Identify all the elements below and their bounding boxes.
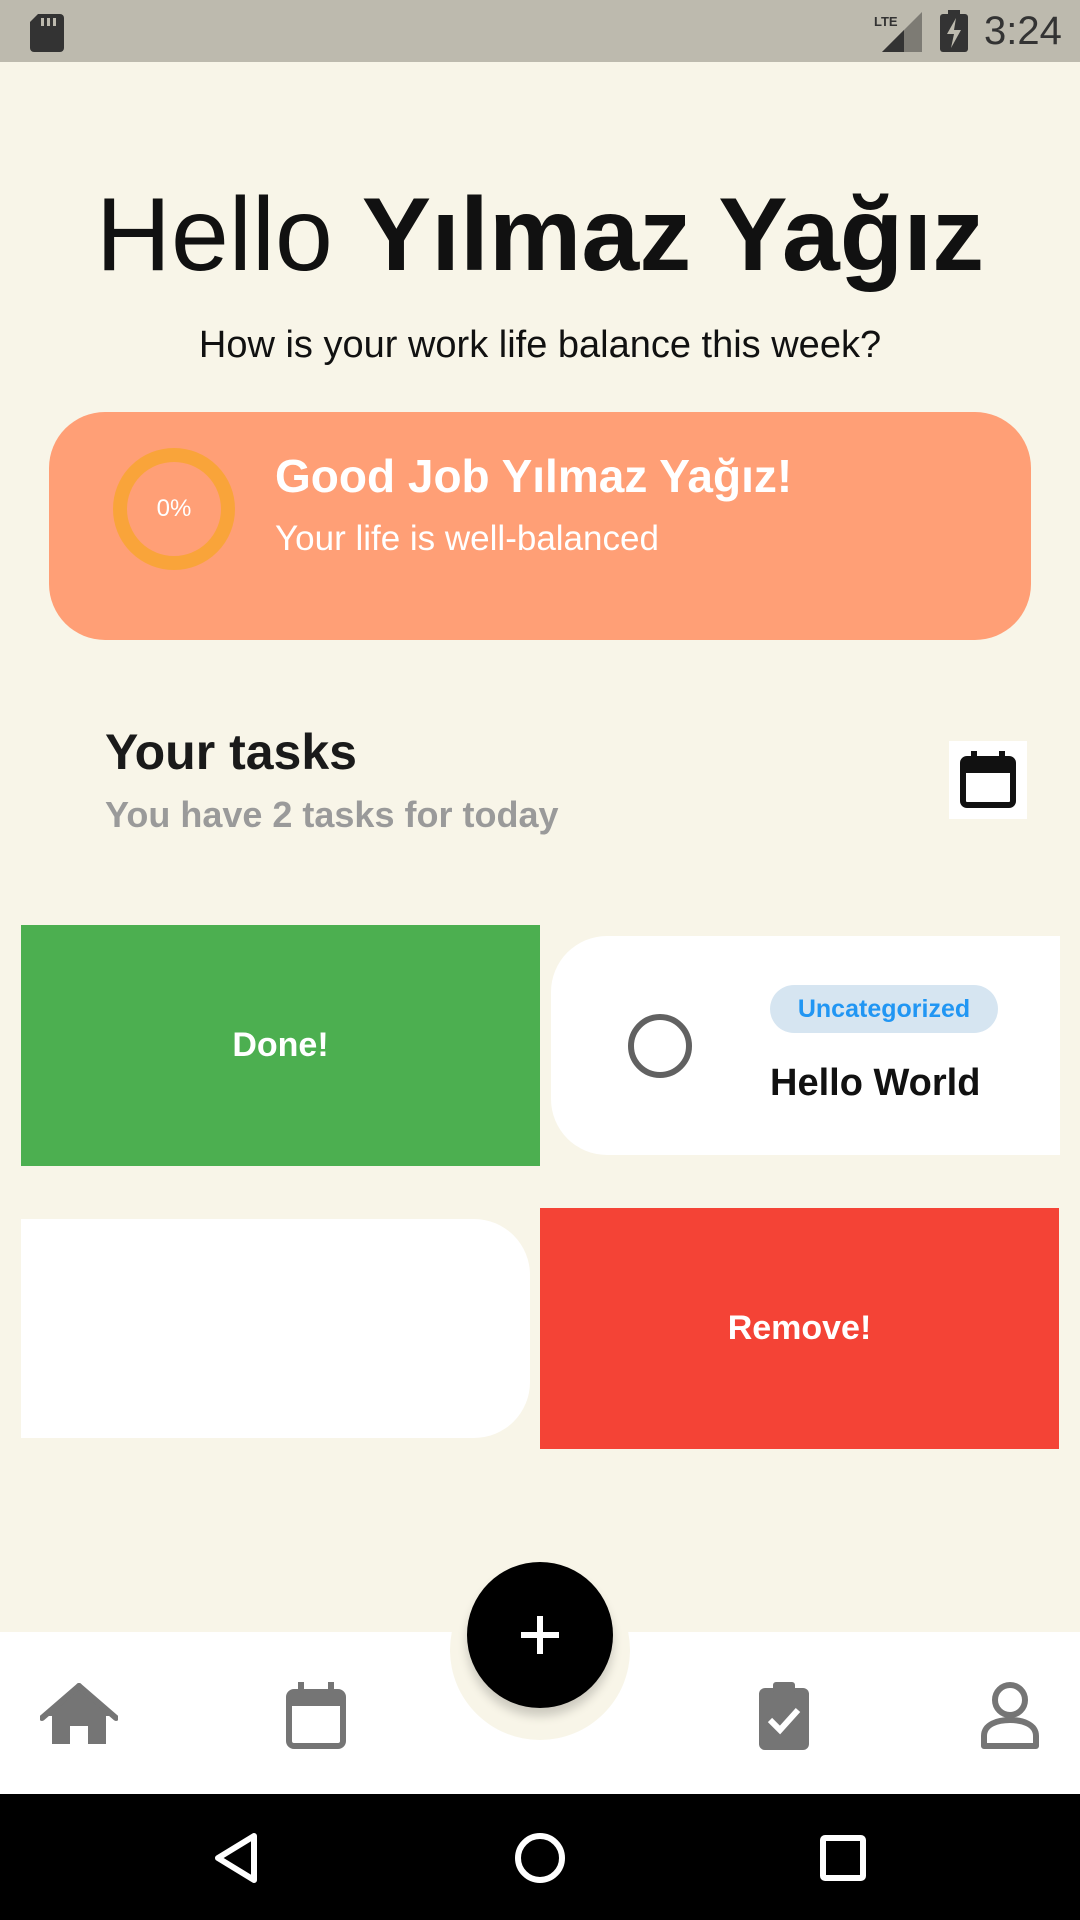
calendar-button[interactable] (949, 741, 1027, 819)
tasks-count: You have 2 tasks for today (105, 794, 559, 835)
greeting-heading: Hello Yılmaz Yağız (0, 170, 1080, 300)
task-card-blank[interactable] (21, 1219, 530, 1438)
sd-card-icon (30, 14, 64, 52)
category-badge: Uncategorized (770, 985, 998, 1033)
progress-label: 0% (156, 495, 192, 522)
plus-icon (521, 1616, 559, 1654)
svg-text:LTE: LTE (874, 14, 898, 29)
home-circle-icon[interactable] (512, 1830, 568, 1886)
user-name: Yılmaz Yağız (361, 177, 985, 293)
balance-message: Your life is well-balanced (275, 519, 659, 558)
status-time: 3:24 (984, 9, 1062, 53)
add-task-button[interactable] (467, 1562, 613, 1708)
calendar-nav-icon[interactable] (285, 1680, 347, 1750)
battery-charging-icon (940, 10, 968, 52)
done-action[interactable]: Done! (21, 925, 540, 1166)
home-icon[interactable] (40, 1682, 118, 1748)
greeting-prefix: Hello (95, 177, 333, 293)
greeting-subtitle: How is your work life balance this week? (198, 324, 882, 366)
back-icon[interactable] (210, 1830, 266, 1886)
calendar-icon (960, 751, 1016, 808)
task-title: Hello World (770, 1062, 981, 1104)
task-checkbox-icon[interactable] (627, 1013, 693, 1079)
lte-signal-icon: LTE (874, 12, 922, 52)
remove-action[interactable]: Remove! (540, 1208, 1059, 1449)
profile-icon[interactable] (980, 1680, 1040, 1750)
tasks-title: Your tasks (105, 724, 357, 780)
recents-icon[interactable] (815, 1830, 871, 1886)
task-check-icon[interactable] (757, 1680, 811, 1752)
balance-title: Good Job Yılmaz Yağız! (275, 450, 793, 502)
